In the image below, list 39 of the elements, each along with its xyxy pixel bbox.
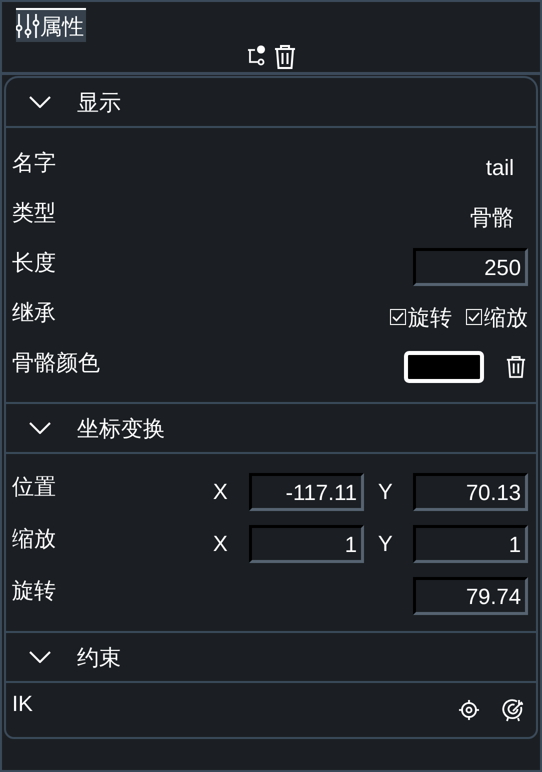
field-label: 长度 [12,249,56,277]
chevron-icon[interactable] [28,422,52,434]
trash-icon[interactable] [274,45,296,69]
properties-tab[interactable]: 属性 [16,8,86,42]
checkmark-icon [468,312,480,322]
field-label: 类型 [12,199,56,227]
target-arrow-icon[interactable] [502,698,526,722]
axis-label: X [213,478,229,506]
checkmark-icon [392,312,404,322]
color-swatch[interactable] [404,351,484,383]
field-label: 名字 [12,149,56,177]
axis-label: X [213,530,229,558]
number-field[interactable]: 1 [413,525,528,563]
number-field[interactable]: 70.13 [413,473,528,511]
number-field[interactable]: 79.74 [413,577,528,615]
checkbox[interactable]: 旋转 [390,300,452,334]
field-label: 缩放 [12,525,56,553]
checkbox[interactable]: 缩放 [466,300,528,334]
axis-label: Y [377,530,394,558]
field-label: IK [12,690,33,718]
chevron-icon[interactable] [28,651,52,663]
number-field[interactable]: 1 [249,525,364,563]
axis-label: Y [377,478,394,506]
field-label: 旋转 [12,577,56,605]
sliders-icon [16,13,40,39]
bone-add-icon[interactable] [246,45,268,67]
section-title[interactable]: 显示 [77,86,121,118]
section-title[interactable]: 坐标变换 [77,412,165,444]
field-label: 骨骼颜色 [12,349,100,377]
field-label: 继承 [12,299,56,327]
field-label: 位置 [12,473,56,501]
trash-icon[interactable] [506,356,526,378]
crosshair-icon[interactable] [458,699,480,721]
field-value: 骨骼 [470,204,515,232]
chevron-icon[interactable] [28,96,52,108]
number-field[interactable]: -117.11 [249,473,364,511]
field-value: tail [486,154,515,182]
section-title[interactable]: 约束 [77,640,121,674]
number-field[interactable]: 250 [413,248,528,286]
